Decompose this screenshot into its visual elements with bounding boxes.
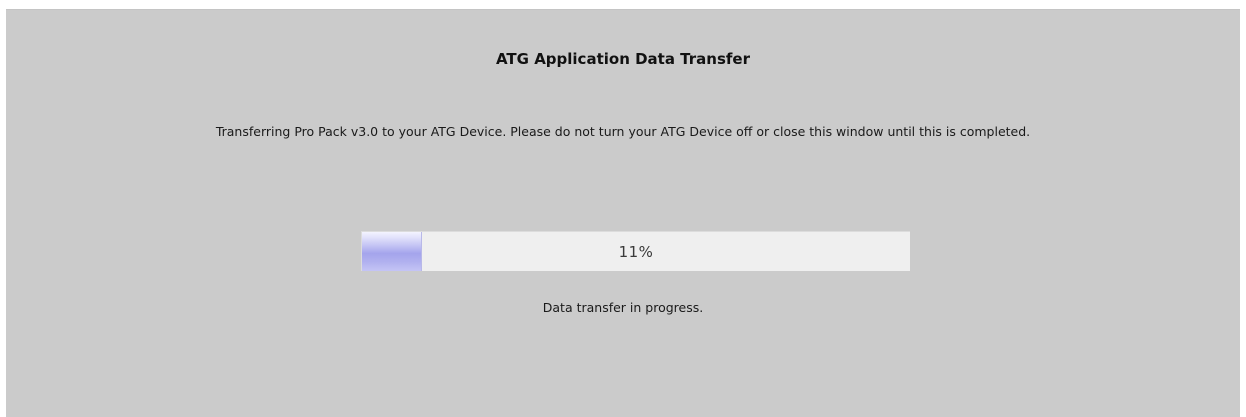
- dialog-title: ATG Application Data Transfer: [495, 50, 750, 68]
- status-text: Data transfer in progress.: [542, 300, 704, 315]
- transfer-message: Transferring Pro Pack v3.0 to your ATG D…: [215, 124, 1031, 139]
- page: ATG Application Data Transfer Transferri…: [0, 0, 1246, 417]
- progress-bar: 11%: [361, 231, 910, 271]
- transfer-dialog: ATG Application Data Transfer Transferri…: [6, 9, 1240, 417]
- progress-percent-label: 11%: [618, 242, 654, 261]
